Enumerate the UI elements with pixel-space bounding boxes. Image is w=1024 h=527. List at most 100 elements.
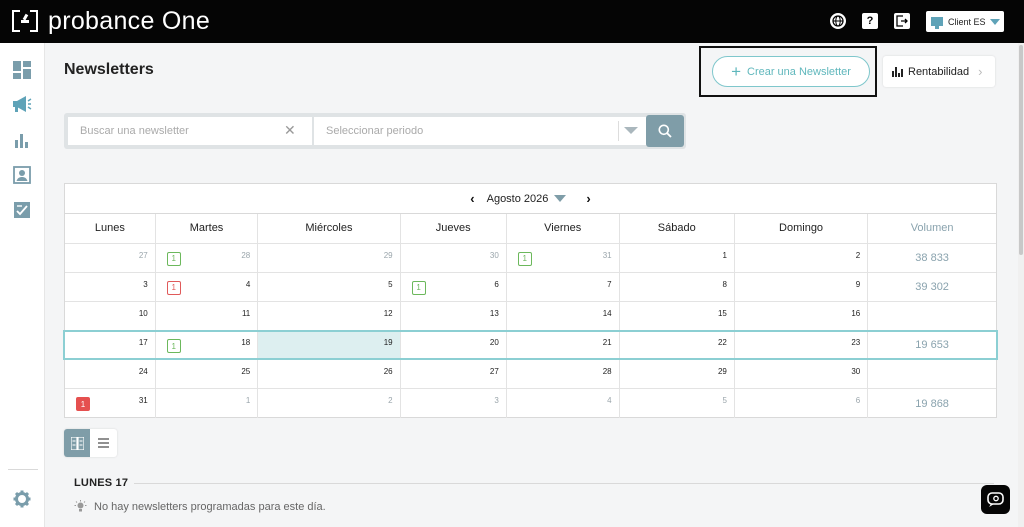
calendar-day-cell[interactable]: 17 <box>65 330 156 361</box>
dashboard-icon[interactable] <box>12 60 32 80</box>
calendar-day-cell[interactable]: 2 <box>734 243 869 273</box>
plus-icon: + <box>731 62 741 81</box>
day-number: 4 <box>607 396 612 406</box>
chevron-down-icon <box>989 18 1000 25</box>
newsletter-count-badge[interactable]: 1 <box>166 251 181 266</box>
newsletter-count-badge[interactable]: 1 <box>411 280 426 295</box>
calendar-day-cell[interactable]: 13 <box>400 301 507 332</box>
calendar-day-cell[interactable]: 21 <box>506 330 620 361</box>
scrollbar-thumb[interactable] <box>1019 45 1023 255</box>
calendar-day-cell[interactable]: 16 <box>734 301 869 332</box>
calendar-day-cell[interactable]: 10 <box>65 301 156 332</box>
calendar-day-cell[interactable]: 20 <box>400 330 507 361</box>
selected-day-label: LUNES 17 <box>74 477 129 489</box>
calendar-day-cell[interactable]: 6 <box>734 388 869 419</box>
rentabilidad-button[interactable]: Rentabilidad › <box>883 56 995 87</box>
calendar-grid-icon <box>70 436 84 450</box>
prev-month-button[interactable]: ‹ <box>458 191 486 206</box>
calendar-day-cell[interactable]: 26 <box>257 359 401 390</box>
rentabilidad-label: Rentabilidad <box>908 65 970 78</box>
chevron-down-icon[interactable] <box>554 195 567 202</box>
newsletter-count-badge[interactable]: 1 <box>76 397 90 412</box>
calendar-day-cell[interactable]: 14 <box>506 301 620 332</box>
calendar-day-cell[interactable]: 19 <box>257 330 401 361</box>
period-select[interactable] <box>314 117 648 145</box>
create-newsletter-button[interactable]: + Crear una Newsletter <box>712 56 870 87</box>
calendar-day-cell[interactable]: 3 <box>400 388 507 419</box>
weekday-header: Martes <box>155 214 259 244</box>
day-number: 31 <box>138 396 148 406</box>
calendar-day-cell[interactable]: 25 <box>155 359 259 390</box>
calendar-day-cell[interactable]: 23 <box>734 330 869 361</box>
newsletter-count-badge[interactable]: 1 <box>166 339 181 354</box>
calendar-day-cell[interactable]: 24 <box>65 359 156 390</box>
calendar-day-cell[interactable]: 11 <box>155 301 259 332</box>
day-divider <box>134 483 994 484</box>
calendar-day-cell[interactable]: 22 <box>619 330 735 361</box>
chevron-down-icon[interactable] <box>624 127 638 134</box>
calendar-day-cell[interactable]: 15 <box>619 301 735 332</box>
day-number: 18 <box>241 338 251 348</box>
calendar-view-button[interactable] <box>64 429 90 457</box>
calendar-day-cell[interactable]: 5 <box>257 272 401 302</box>
weekday-header: Jueves <box>400 214 507 244</box>
calendar-day-cell[interactable]: 7 <box>506 272 620 302</box>
bar-chart-icon[interactable] <box>12 130 32 150</box>
month-label[interactable]: Agosto 2026 <box>487 193 549 205</box>
chat-icon <box>986 491 1004 507</box>
calendar-day-cell[interactable]: 8 <box>619 272 735 302</box>
day-number: 10 <box>138 308 148 318</box>
checklist-icon[interactable] <box>12 200 32 220</box>
calendar-day-cell[interactable]: 27 <box>65 243 156 273</box>
calendar-day-cell[interactable]: 18 1 <box>155 330 259 361</box>
calendar-week-row: 17 18 1 19 20 21 22 23 19 653 <box>65 330 996 361</box>
calendar-grid: Lunes Martes Miércoles Jueves Viernes Sábado D… <box>65 214 996 419</box>
calendar-day-cell[interactable]: 30 <box>400 243 507 273</box>
newsletter-count-badge[interactable]: 1 <box>166 280 181 295</box>
week-volume <box>867 301 996 332</box>
calendar-day-cell[interactable]: 3 <box>65 272 156 302</box>
search-button[interactable] <box>646 115 684 147</box>
day-number: 30 <box>851 367 861 377</box>
week-volume: 39 302 <box>867 272 996 302</box>
search-input[interactable] <box>68 117 312 145</box>
weekday-header: Sábado <box>619 214 735 244</box>
day-number: 29 <box>383 250 393 260</box>
calendar-day-cell[interactable]: 1 <box>155 388 259 419</box>
calendar-day-cell[interactable]: 27 <box>400 359 507 390</box>
client-selector[interactable]: Client ES <box>926 11 1004 32</box>
calendar-day-cell[interactable]: 31 1 <box>506 243 620 273</box>
help-icon[interactable]: ? <box>862 13 878 29</box>
calendar-day-cell[interactable]: 28 <box>506 359 620 390</box>
calendar-day-cell[interactable]: 9 <box>734 272 869 302</box>
calendar-day-cell[interactable]: 31 1 <box>65 388 156 419</box>
calendar-day-cell[interactable]: 5 <box>619 388 735 419</box>
next-month-button[interactable]: › <box>574 191 602 206</box>
day-number: 2 <box>855 250 861 260</box>
list-icon <box>98 438 109 448</box>
contacts-icon[interactable] <box>12 165 32 185</box>
clear-icon[interactable]: ✕ <box>284 123 296 137</box>
globe-icon[interactable] <box>830 13 846 29</box>
calendar-day-cell[interactable]: 41 <box>155 272 259 302</box>
newsletter-count-badge[interactable]: 1 <box>517 251 532 266</box>
calendar-day-cell[interactable]: 12 <box>257 301 401 332</box>
brand-logo[interactable]: probance One <box>12 6 210 36</box>
day-number: 19 <box>383 338 393 348</box>
calendar-day-cell[interactable]: 1 <box>619 243 735 273</box>
list-view-button[interactable] <box>90 429 117 457</box>
chat-button[interactable] <box>981 485 1010 514</box>
brand-name: probance One <box>48 6 211 35</box>
calendar-day-cell[interactable]: 61 <box>400 272 507 302</box>
calendar-day-cell[interactable]: 29 <box>619 359 735 390</box>
logout-icon[interactable] <box>894 13 910 29</box>
empty-message: No hay newsletters programadas para este… <box>94 500 326 513</box>
day-number: 25 <box>241 367 251 377</box>
calendar-day-cell[interactable]: 30 <box>734 359 869 390</box>
calendar-day-cell[interactable]: 29 <box>257 243 401 273</box>
calendar-day-cell[interactable]: 28 1 <box>155 243 259 273</box>
calendar-day-cell[interactable]: 2 <box>257 388 401 419</box>
calendar-day-cell[interactable]: 4 <box>506 388 620 419</box>
megaphone-icon[interactable] <box>12 94 32 114</box>
settings-icon[interactable] <box>12 489 32 509</box>
